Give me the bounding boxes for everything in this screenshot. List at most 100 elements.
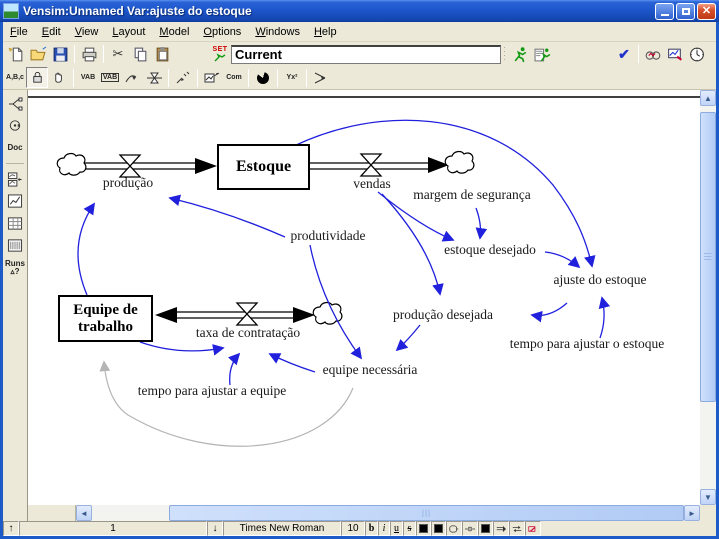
dataset-input[interactable] — [231, 45, 501, 64]
set-dataset-icon[interactable]: SET — [209, 46, 231, 62]
menu-edit[interactable]: Edit — [35, 24, 68, 40]
italic-button[interactable]: i — [378, 521, 390, 536]
open-model-icon[interactable] — [27, 44, 49, 65]
menu-view[interactable]: View — [68, 24, 106, 40]
scroll-up-button[interactable]: ▲ — [700, 90, 716, 106]
arrow-width-icon[interactable] — [493, 521, 509, 536]
fill-color-swatch[interactable] — [478, 521, 493, 536]
flow-arrowhead-taxa-out — [293, 307, 315, 323]
valve-taxa-de-contratacao[interactable] — [237, 303, 257, 325]
paste-icon[interactable] — [151, 44, 173, 65]
stock-equipe-de-trabalho[interactable]: Equipe de trabalho — [58, 295, 153, 342]
minimize-button[interactable] — [655, 3, 674, 20]
strikethrough-button[interactable]: s — [403, 521, 416, 536]
var-ajuste-do-estoque[interactable]: ajuste do estoque — [554, 273, 647, 288]
var-estoque-desejado[interactable]: estoque desejado — [444, 243, 536, 258]
app-icon — [3, 3, 19, 19]
horizontal-scrollbar[interactable]: ◄ ||| ► — [28, 505, 700, 521]
var-taxa-de-contratacao[interactable]: taxa de contratação — [196, 326, 300, 341]
loops-icon[interactable] — [5, 116, 25, 135]
var-produtividade[interactable]: produtividade — [291, 229, 366, 244]
reference-mode-tool-icon[interactable] — [310, 67, 332, 88]
scroll-corner-pane — [28, 505, 76, 521]
page-down-button[interactable]: ↓ — [207, 521, 223, 536]
rate-tool-icon[interactable] — [143, 67, 165, 88]
comment-tool-icon[interactable]: Com — [223, 67, 245, 88]
table-time-icon[interactable] — [5, 236, 25, 255]
horizontal-scroll-thumb[interactable]: ||| — [169, 505, 684, 521]
var-tempo-ajustar-estoque[interactable]: tempo para ajustar o estoque — [510, 337, 664, 352]
arrow-tool-icon[interactable] — [121, 67, 143, 88]
box-color-swatch[interactable] — [431, 521, 446, 536]
menu-model[interactable]: Model — [152, 24, 196, 40]
link-ajuste-to-producao-desejada — [532, 303, 567, 316]
causes-tree-icon[interactable] — [5, 94, 25, 113]
font-name-selector[interactable]: Times New Roman — [223, 521, 341, 536]
check-model-icon[interactable]: ✔ — [613, 44, 635, 65]
new-model-icon[interactable] — [5, 44, 27, 65]
copy-icon[interactable] — [129, 44, 151, 65]
menu-windows[interactable]: Windows — [248, 24, 307, 40]
graph-icon[interactable] — [5, 192, 25, 211]
window-border-left — [0, 22, 3, 536]
cut-icon[interactable]: ✂ — [107, 44, 129, 65]
page-up-button[interactable]: ↑ — [3, 521, 19, 536]
causes-strip-icon[interactable] — [5, 170, 25, 189]
var-producao[interactable]: produção — [103, 176, 153, 191]
stock-estoque[interactable]: Estoque — [217, 144, 310, 190]
font-size-selector[interactable]: 10 — [341, 521, 365, 536]
document-icon[interactable]: Doc — [5, 138, 25, 157]
reality-check-icon[interactable] — [642, 44, 664, 65]
link-margem-to-estoque-desejado — [476, 208, 481, 238]
table-icon[interactable] — [5, 214, 25, 233]
vertical-scroll-thumb[interactable]: ||| — [700, 112, 716, 402]
var-equipe-necessaria[interactable]: equipe necessária — [323, 363, 418, 378]
simulation-setup-icon[interactable] — [531, 44, 553, 65]
variable-tool-icon[interactable]: VAB — [77, 67, 99, 88]
delete-tool-icon[interactable] — [252, 67, 274, 88]
valve-producao[interactable] — [120, 155, 140, 177]
print-icon[interactable] — [78, 44, 100, 65]
sketch-canvas[interactable]: Estoque Equipe de trabalho produção vend… — [28, 90, 700, 505]
bold-button[interactable]: b — [365, 521, 378, 536]
box-variable-tool-icon[interactable]: VAB — [99, 67, 121, 88]
vertical-scrollbar[interactable]: ▲ ||| ▼ — [700, 90, 716, 505]
runs-compare-icon[interactable]: Runs ▵? — [5, 258, 25, 277]
scroll-left-button[interactable]: ◄ — [76, 505, 92, 521]
link-estoque-desejado-to-ajuste — [545, 252, 579, 267]
restore-button[interactable] — [676, 3, 695, 20]
title-bar[interactable]: Vensim:Unnamed Var:ajuste do estoque ✕ — [0, 0, 719, 22]
shape-selector-icon[interactable] — [446, 521, 462, 536]
hide-level-icon[interactable] — [525, 521, 541, 536]
scroll-right-button[interactable]: ► — [684, 505, 700, 521]
underline-button[interactable]: u — [390, 521, 403, 536]
subscript-tool-icon[interactable]: A,B,c — [4, 67, 26, 88]
vensim-window: Vensim:Unnamed Var:ajuste do estoque ✕ F… — [0, 0, 719, 539]
var-margem-de-seguranca[interactable]: margem de segurança — [413, 188, 530, 203]
arrow-position-icon[interactable] — [509, 521, 525, 536]
equations-tool-icon[interactable]: Yx² — [281, 67, 303, 88]
page-number[interactable]: 1 — [19, 521, 207, 536]
io-object-tool-icon[interactable] — [201, 67, 223, 88]
lock-tool-icon[interactable] — [26, 67, 48, 88]
simulate-icon[interactable] — [509, 44, 531, 65]
valve-vendas[interactable] — [361, 154, 381, 176]
close-button[interactable]: ✕ — [697, 3, 716, 20]
menu-help[interactable]: Help — [307, 24, 344, 40]
gauge-icon[interactable] — [686, 44, 708, 65]
menu-options[interactable]: Options — [196, 24, 248, 40]
menu-layout[interactable]: Layout — [105, 24, 152, 40]
move-tool-icon[interactable] — [48, 67, 70, 88]
save-model-icon[interactable] — [49, 44, 71, 65]
control-panel-icon[interactable] — [664, 44, 686, 65]
scroll-down-button[interactable]: ▼ — [700, 489, 716, 505]
var-producao-desejada[interactable]: produção desejada — [393, 308, 493, 323]
menu-file[interactable]: File — [3, 24, 35, 40]
var-tempo-ajustar-equipe[interactable]: tempo para ajustar a equipe — [138, 384, 286, 399]
link-produtividade-to-equipe-necessaria — [310, 245, 361, 358]
text-color-swatch[interactable] — [416, 521, 431, 536]
shadow-variable-tool-icon[interactable] — [172, 67, 194, 88]
position-icon[interactable] — [462, 521, 478, 536]
var-vendas[interactable]: vendas — [353, 177, 391, 192]
analysis-toolbar: Doc Runs ▵? — [3, 90, 28, 521]
